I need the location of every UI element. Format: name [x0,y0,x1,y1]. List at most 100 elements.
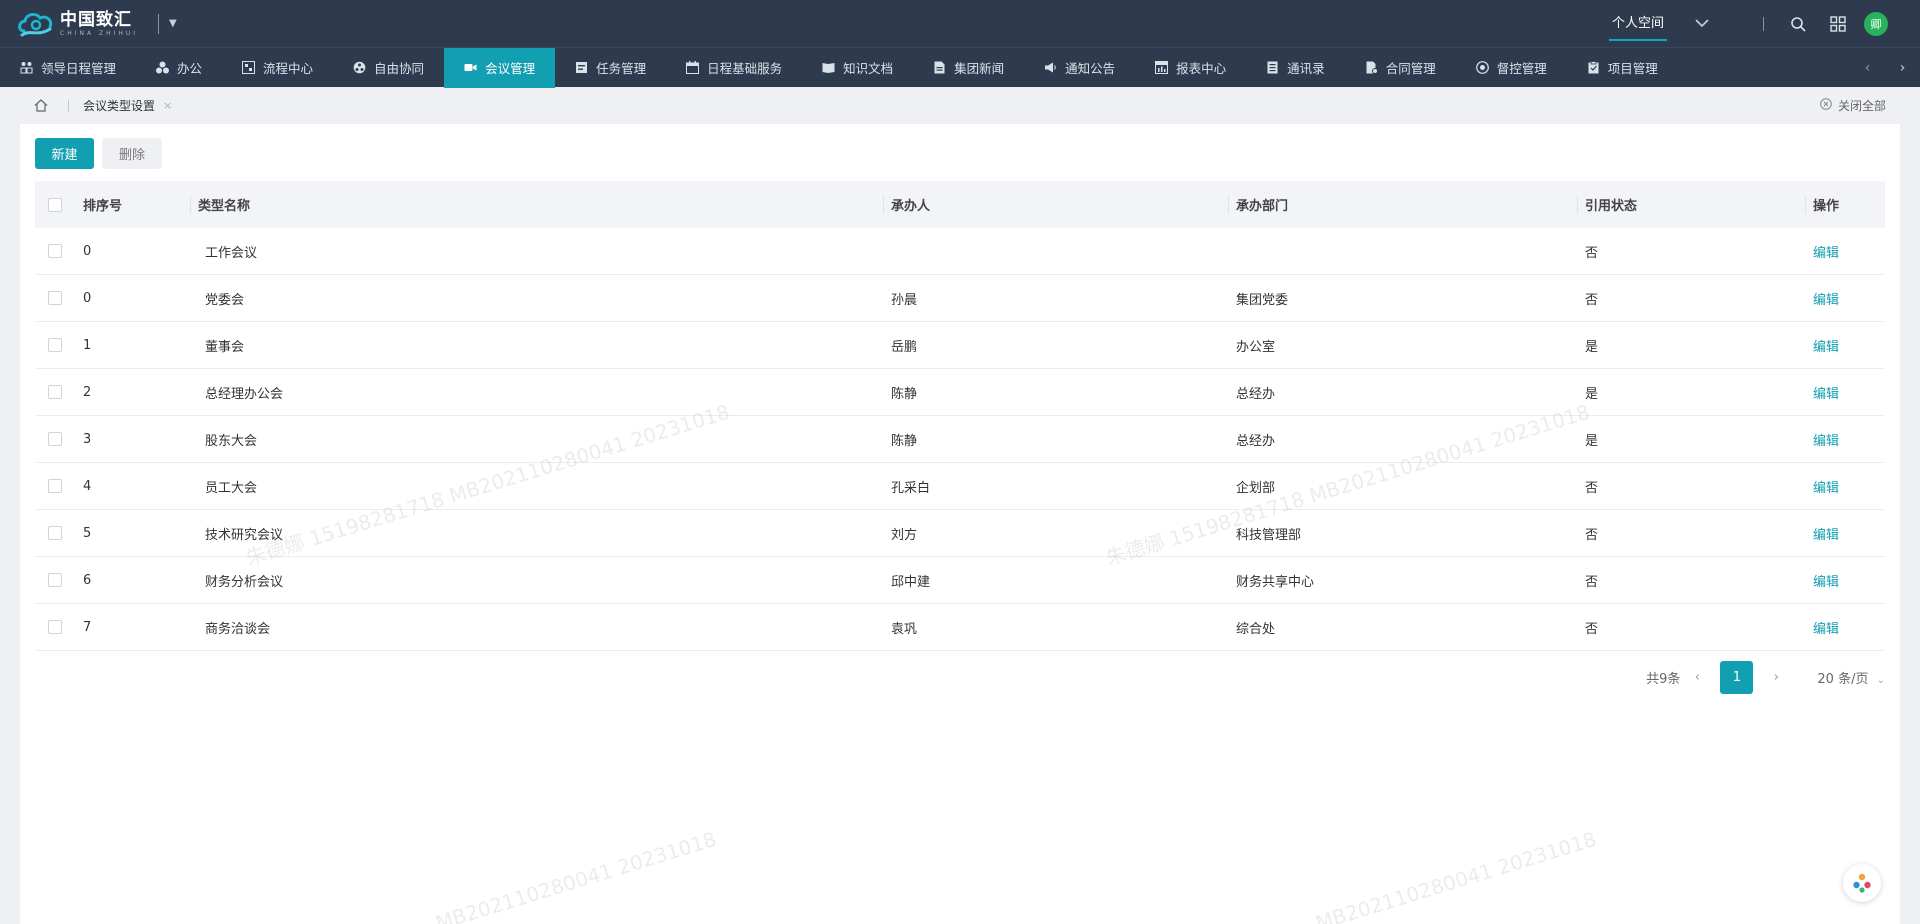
tab-meeting-type-settings[interactable]: 会议类型设置 [83,97,155,114]
tab-strip: 会议类型设置 × 关闭全部 [20,87,1900,124]
tab-divider [68,99,69,112]
nav-item-leader-schedule[interactable]: 领导日程管理 [0,48,136,88]
cell-sort: 2 [83,384,92,400]
nav-scroll-right-icon[interactable]: › [1885,60,1920,76]
search-icon[interactable] [1788,14,1808,34]
cell-person: 孙晨 [891,292,918,308]
toolbar: 新建 删除 [35,138,162,169]
cell-dept: 科技管理部 [1236,527,1302,543]
cell-status: 是 [1585,339,1599,355]
nav-item-label: 知识文档 [843,61,894,76]
user-avatar[interactable]: 卿 [1864,11,1888,36]
close-circle-icon [1820,98,1832,113]
report-icon [1155,61,1169,74]
page-size-label: 20 条/页 [1817,672,1869,687]
meeting-type-table: 排序号 类型名称 承办人 承办部门 引用状态 操作 0 工作会议 否 编辑 0 … [35,181,1885,651]
home-icon[interactable] [34,99,48,113]
nav-item-office[interactable]: 办公 [136,48,222,88]
edit-link[interactable]: 编辑 [1813,289,1839,308]
nav-item-free-cooperate[interactable]: 自由协同 [333,48,444,88]
nav-item-task-management[interactable]: 任务管理 [555,48,666,88]
next-page-icon[interactable]: › [1759,670,1793,685]
nav-item-meeting-management[interactable]: 会议管理 [444,47,556,88]
select-all-checkbox[interactable] [48,197,62,212]
nav-item-label: 办公 [177,61,203,76]
prev-page-icon[interactable]: ‹ [1680,670,1714,685]
cell-dept: 财务共享中心 [1236,574,1315,590]
close-all-button[interactable]: 关闭全部 [1820,87,1886,124]
row-checkbox[interactable] [48,291,62,305]
row-checkbox[interactable] [48,432,62,446]
row-checkbox[interactable] [48,385,62,399]
nav-scroll-left-icon[interactable]: ‹ [1850,60,1885,76]
nav-item-project-management[interactable]: 项目管理 [1567,48,1678,88]
edit-link[interactable]: 编辑 [1813,336,1839,355]
cell-sort: 3 [83,431,92,447]
row-checkbox[interactable] [48,573,62,587]
column-header-dept: 承办部门 [1236,199,1289,214]
cell-dept: 企划部 [1236,480,1276,496]
chevron-down-icon[interactable] [1695,16,1709,32]
app-switch-caret-icon[interactable]: ▼ [169,18,177,29]
cell-sort: 7 [83,619,92,635]
nav-item-supervise-management[interactable]: 督控管理 [1456,48,1567,88]
close-all-label: 关闭全部 [1837,99,1886,113]
column-header-status: 引用状态 [1585,199,1638,214]
personal-space-tab[interactable]: 个人空间 [1608,0,1668,47]
cell-dept: 办公室 [1236,339,1276,355]
cooperate-icon [353,61,366,74]
cell-dept: 总经办 [1236,433,1276,449]
apps-grid-icon[interactable] [1828,14,1848,34]
column-header-person: 承办人 [891,199,931,214]
nav-item-contract-management[interactable]: 合同管理 [1345,48,1456,88]
cell-person: 刘方 [891,527,918,543]
header-divider [1763,16,1764,31]
table-row: 0 工作会议 否 编辑 [35,228,1885,275]
cell-name: 总经理办公会 [205,386,284,402]
pagination: 共9条 ‹ 1 › 20 条/页 ⌄ [1646,661,1885,694]
page-number-current[interactable]: 1 [1720,661,1754,694]
cell-sort: 0 [83,243,92,259]
edit-link[interactable]: 编辑 [1813,430,1839,449]
logo[interactable]: 中国致汇 CHINA ZHIHUI ▼ [16,0,177,47]
edit-link[interactable]: 编辑 [1813,242,1839,261]
table-row: 1 董事会 岳鹏 办公室 是 编辑 [35,322,1885,369]
nav-item-label: 会议管理 [485,61,536,76]
nav-item-schedule-service[interactable]: 日程基础服务 [666,48,802,88]
edit-link[interactable]: 编辑 [1813,477,1839,496]
project-icon [1587,61,1600,74]
cell-status: 否 [1585,245,1599,261]
column-divider [1228,195,1229,214]
nav-item-contacts[interactable]: 通讯录 [1246,48,1345,88]
task-icon [575,61,588,74]
assistant-float-button[interactable] [1843,864,1881,902]
column-divider [190,195,191,214]
close-icon[interactable]: × [163,99,172,112]
nav-item-label: 合同管理 [1385,61,1436,76]
edit-link[interactable]: 编辑 [1813,524,1839,543]
cell-dept: 综合处 [1236,621,1276,637]
cell-person: 岳鹏 [891,339,918,355]
new-button[interactable]: 新建 [35,138,94,169]
nav-item-notice[interactable]: 通知公告 [1024,48,1135,88]
cell-sort: 6 [83,572,92,588]
page-size-select[interactable]: 20 条/页 ⌄ [1817,668,1885,687]
nav-item-group-news[interactable]: 集团新闻 [913,48,1024,88]
nav-item-report-center[interactable]: 报表中心 [1135,48,1246,88]
row-checkbox[interactable] [48,620,62,634]
nav-item-knowledge-docs[interactable]: 知识文档 [802,48,913,88]
delete-button[interactable]: 删除 [102,138,162,169]
cell-status: 否 [1585,574,1599,590]
row-checkbox[interactable] [48,526,62,540]
table-row: 3 股东大会 陈静 总经办 是 编辑 [35,416,1885,463]
edit-link[interactable]: 编辑 [1813,618,1839,637]
row-checkbox[interactable] [48,244,62,258]
watermark-text: MB202110280041 20231018 [432,826,719,924]
nav-item-flow-center[interactable]: 流程中心 [222,48,333,88]
edit-link[interactable]: 编辑 [1813,383,1839,402]
row-checkbox[interactable] [48,479,62,493]
cell-name: 技术研究会议 [205,527,284,543]
logo-divider [158,13,160,34]
row-checkbox[interactable] [48,338,62,352]
edit-link[interactable]: 编辑 [1813,571,1839,590]
